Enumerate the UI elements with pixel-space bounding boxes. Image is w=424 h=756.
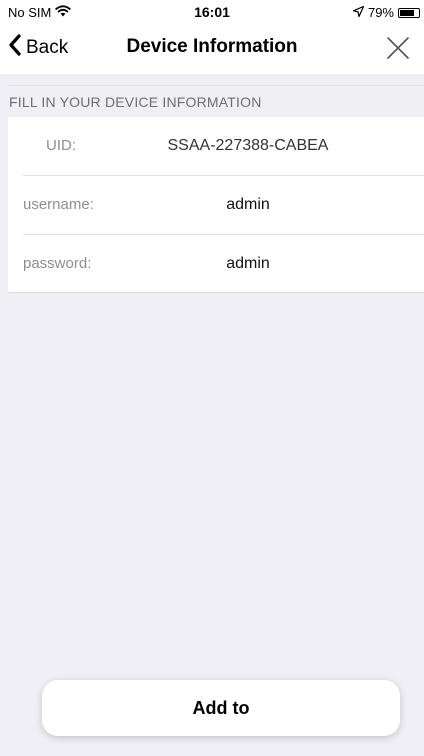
uid-field[interactable] [148, 137, 348, 155]
location-arrow-icon [352, 5, 365, 20]
status-right: 79% [352, 5, 420, 20]
uid-label: UID: [46, 137, 76, 154]
section-header-text: FILL IN YOUR DEVICE INFORMATION [9, 94, 262, 110]
device-info-form: UID: username: password: [8, 117, 424, 293]
battery-percent: 79% [367, 5, 394, 20]
page-title: Device Information [126, 36, 298, 57]
close-button[interactable] [384, 34, 412, 62]
password-label: password: [23, 255, 92, 272]
close-icon [384, 37, 412, 66]
uid-row: UID: [8, 117, 424, 175]
add-to-button[interactable]: Add to [42, 680, 400, 736]
battery-icon [398, 7, 420, 18]
section-header: FILL IN YOUR DEVICE INFORMATION [8, 85, 424, 117]
username-label: username: [23, 196, 94, 213]
username-row: username: [8, 176, 424, 234]
battery-fill [400, 9, 414, 16]
status-bar: No SIM 16:01 79% [0, 0, 424, 22]
username-field[interactable] [148, 196, 348, 214]
navigation-bar: Back Device Information [0, 22, 424, 74]
password-row: password: [8, 235, 424, 293]
password-field[interactable] [148, 255, 348, 273]
